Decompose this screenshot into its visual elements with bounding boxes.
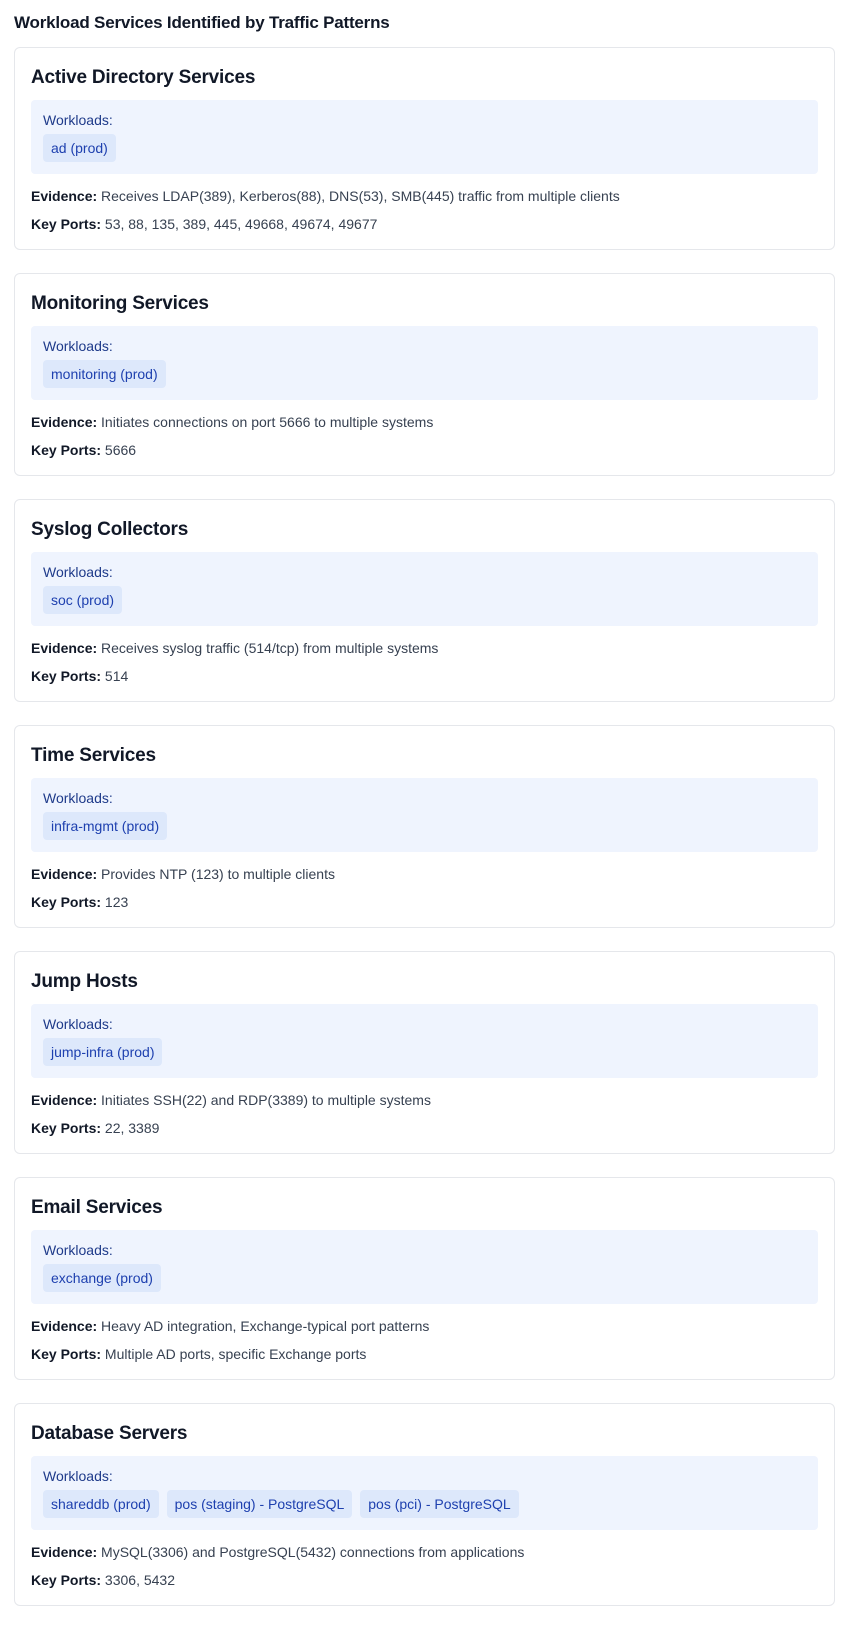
evidence-row: Evidence: Heavy AD integration, Exchange… [31,1316,818,1336]
workload-chip-list: exchange (prod) [43,1264,806,1292]
workloads-label: Workloads: [43,1242,113,1258]
evidence-label: Evidence: [31,188,98,204]
workload-chip: shareddb (prod) [43,1490,159,1518]
service-card-6: Email Services Workloads: exchange (prod… [14,1177,835,1380]
workload-chip: exchange (prod) [43,1264,161,1292]
service-card-1: Active Directory Services Workloads: ad … [14,47,835,250]
workload-chip-list: jump-infra (prod) [43,1038,806,1066]
evidence-label: Evidence: [31,866,98,882]
workloads-panel: Workloads: monitoring (prod) [31,326,818,400]
evidence-text: Initiates SSH(22) and RDP(3389) to multi… [101,1092,431,1108]
workload-chip: ad (prod) [43,134,116,162]
workloads-panel: Workloads: jump-infra (prod) [31,1004,818,1078]
workload-chip: pos (pci) - PostgreSQL [360,1490,519,1518]
service-title: Monitoring Services [31,293,209,314]
evidence-label: Evidence: [31,1544,98,1560]
key-ports-text: 22, 3389 [104,1120,160,1136]
workload-chip-list: monitoring (prod) [43,360,806,388]
workload-chip: monitoring (prod) [43,360,166,388]
key-ports-text: 5666 [104,442,137,458]
workload-chip-list: ad (prod) [43,134,806,162]
key-ports-label: Key Ports: [31,1346,102,1362]
key-ports-row: Key Ports: 3306, 5432 [31,1570,818,1590]
service-card-2: Monitoring Services Workloads: monitorin… [14,273,835,476]
service-card-list: Active Directory Services Workloads: ad … [14,47,835,1606]
key-ports-label: Key Ports: [31,216,102,232]
evidence-row: Evidence: MySQL(3306) and PostgreSQL(543… [31,1542,818,1562]
workload-chip-list: infra-mgmt (prod) [43,812,806,840]
evidence-text: Initiates connections on port 5666 to mu… [101,414,434,430]
workloads-label: Workloads: [43,1016,113,1032]
key-ports-label: Key Ports: [31,442,102,458]
workloads-label: Workloads: [43,112,113,128]
evidence-row: Evidence: Initiates SSH(22) and RDP(3389… [31,1090,818,1110]
evidence-row: Evidence: Receives LDAP(389), Kerberos(8… [31,186,818,206]
workload-chip: pos (staging) - PostgreSQL [166,1490,353,1518]
evidence-row: Evidence: Provides NTP (123) to multiple… [31,864,818,884]
key-ports-text: 514 [104,668,129,684]
evidence-label: Evidence: [31,640,98,656]
service-card-4: Time Services Workloads: infra-mgmt (pro… [14,725,835,928]
workloads-panel: Workloads: exchange (prod) [31,1230,818,1304]
key-ports-text: 123 [104,894,129,910]
key-ports-label: Key Ports: [31,1120,102,1136]
key-ports-row: Key Ports: Multiple AD ports, specific E… [31,1344,818,1364]
key-ports-label: Key Ports: [31,1572,102,1588]
workloads-panel: Workloads: soc (prod) [31,552,818,626]
key-ports-row: Key Ports: 5666 [31,440,818,460]
key-ports-text: 3306, 5432 [104,1572,175,1588]
key-ports-row: Key Ports: 22, 3389 [31,1118,818,1138]
evidence-text: MySQL(3306) and PostgreSQL(5432) connect… [101,1544,525,1560]
key-ports-label: Key Ports: [31,668,102,684]
page-title: Workload Services Identified by Traffic … [14,13,390,32]
key-ports-text: 53, 88, 135, 389, 445, 49668, 49674, 496… [104,216,378,232]
service-title: Email Services [31,1197,163,1218]
workloads-panel: Workloads: ad (prod) [31,100,818,174]
workload-chip: soc (prod) [43,586,123,614]
evidence-label: Evidence: [31,1092,98,1108]
key-ports-label: Key Ports: [31,894,102,910]
service-title: Jump Hosts [31,971,138,992]
service-card-3: Syslog Collectors Workloads: soc (prod) … [14,499,835,702]
evidence-row: Evidence: Initiates connections on port … [31,412,818,432]
workloads-label: Workloads: [43,1468,113,1484]
workload-chip: jump-infra (prod) [43,1038,163,1066]
service-title: Active Directory Services [31,67,256,88]
service-title: Database Servers [31,1423,188,1444]
key-ports-row: Key Ports: 53, 88, 135, 389, 445, 49668,… [31,214,818,234]
evidence-text: Receives LDAP(389), Kerberos(88), DNS(53… [101,188,620,204]
evidence-text: Provides NTP (123) to multiple clients [101,866,335,882]
service-title: Syslog Collectors [31,519,189,540]
workload-chip: infra-mgmt (prod) [43,812,168,840]
evidence-text: Receives syslog traffic (514/tcp) from m… [101,640,439,656]
workloads-label: Workloads: [43,338,113,354]
evidence-text: Heavy AD integration, Exchange-typical p… [101,1318,430,1334]
page: Workload Services Identified by Traffic … [0,0,846,1606]
key-ports-row: Key Ports: 514 [31,666,818,686]
evidence-row: Evidence: Receives syslog traffic (514/t… [31,638,818,658]
key-ports-row: Key Ports: 123 [31,892,818,912]
key-ports-text: Multiple AD ports, specific Exchange por… [104,1346,367,1362]
service-title: Time Services [31,745,156,766]
workloads-label: Workloads: [43,564,113,580]
workload-chip-list: shareddb (prod) pos (staging) - PostgreSQ… [43,1490,806,1518]
evidence-label: Evidence: [31,1318,98,1334]
evidence-label: Evidence: [31,414,98,430]
workload-chip-list: soc (prod) [43,586,806,614]
workloads-panel: Workloads: shareddb (prod) pos (staging) … [31,1456,818,1530]
service-card-5: Jump Hosts Workloads: jump-infra (prod) … [14,951,835,1154]
workloads-panel: Workloads: infra-mgmt (prod) [31,778,818,852]
service-card-7: Database Servers Workloads: shareddb (pr… [14,1403,835,1606]
workloads-label: Workloads: [43,790,113,806]
